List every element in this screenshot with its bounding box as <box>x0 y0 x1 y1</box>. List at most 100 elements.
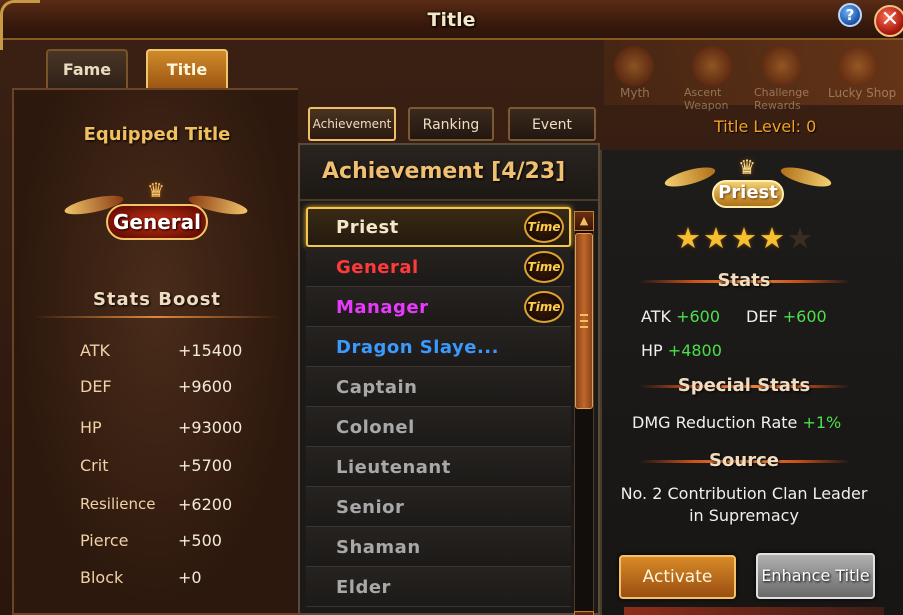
stat-value: +4800 <box>667 341 722 360</box>
stat-value: +600 <box>782 307 827 326</box>
star-filled-icon: ★ <box>675 221 703 255</box>
stats-label: Stats <box>717 270 771 291</box>
tab-achievement[interactable]: Achievement <box>308 107 396 141</box>
bg-label-challenge-rewards: Challenge Rewards <box>754 86 809 112</box>
activate-button[interactable]: Activate <box>619 555 736 599</box>
stat-row: HP +93000 <box>80 418 300 442</box>
list-item-lieutenant[interactable]: Lieutenant <box>306 447 571 487</box>
bg-label-ascent-weapon: Ascent Weapon <box>684 86 729 112</box>
stat-key: Pierce <box>80 531 129 550</box>
stat-value: +500 <box>178 531 222 550</box>
list-item-senior[interactable]: Senior <box>306 487 571 527</box>
title-name: Shaman <box>336 537 421 558</box>
stat-value: +6200 <box>178 495 233 514</box>
list-item-manager[interactable]: Manager Time <box>306 287 571 327</box>
myth-icon <box>614 46 654 86</box>
achievement-count-label: Achievement [4/23] <box>322 159 566 184</box>
stat-row: ATK +15400 <box>80 341 300 365</box>
ascent-weapon-icon <box>692 46 732 86</box>
window-title: Title <box>427 9 476 31</box>
lucky-shop-icon <box>838 46 878 86</box>
list-item-priest[interactable]: Priest Time <box>306 207 571 247</box>
stat-value: +1% <box>802 413 842 432</box>
stat-value: +15400 <box>178 341 243 360</box>
stat-row: Crit +5700 <box>80 456 300 480</box>
title-bar: Title ? ✕ <box>0 0 903 50</box>
stat-key: ATK <box>80 341 110 360</box>
list-header: Achievement [4/23] <box>300 145 598 201</box>
stat-key: DEF <box>746 307 778 326</box>
title-window: Title ? ✕ Myth Ascent Weapon Challenge R… <box>0 0 903 615</box>
achievement-list-panel: Achievement [4/23] Priest Time General T… <box>298 143 600 615</box>
stats-divider <box>34 316 280 318</box>
title-name: Lieutenant <box>336 457 451 478</box>
scroll-up-button[interactable]: ▲ <box>574 211 594 231</box>
stat-value: +0 <box>178 568 202 587</box>
question-icon: ? <box>845 6 855 24</box>
source-line-1: No. 2 Contribution Clan Leader <box>620 484 868 503</box>
stat-row: DEF +9600 <box>80 377 300 401</box>
star-filled-icon: ★ <box>759 221 787 255</box>
crown-icon: ♛ <box>738 155 756 179</box>
bg-label-myth: Myth <box>620 86 650 100</box>
tab-title[interactable]: Title <box>146 49 228 89</box>
tab-ranking[interactable]: Ranking <box>408 107 494 141</box>
crown-icon: ♛ <box>147 178 165 202</box>
def-stat: DEF +600 <box>746 307 827 326</box>
title-name: Manager <box>336 297 429 318</box>
atk-stat: ATK +600 <box>641 307 720 326</box>
stat-value: +93000 <box>178 418 243 437</box>
star-empty-icon: ★ <box>787 221 815 255</box>
list-item-dragon-slayer[interactable]: Dragon Slaye... <box>306 327 571 367</box>
stat-row: Pierce +500 <box>80 531 300 555</box>
stat-key: Block <box>80 568 124 587</box>
stat-key: Resilience <box>80 495 156 513</box>
selected-title-badge: Priest <box>712 180 784 208</box>
grip-line <box>580 326 588 328</box>
arrow-up-icon: ▲ <box>579 214 589 227</box>
equipped-title-label: Equipped Title <box>83 124 231 145</box>
stat-row: Block +0 <box>80 568 300 592</box>
list-item-elder[interactable]: Elder <box>306 567 571 607</box>
star-filled-icon: ★ <box>731 221 759 255</box>
stat-key: HP <box>80 418 102 437</box>
stat-key: DEF <box>80 377 112 396</box>
time-limited-badge: Time <box>524 291 564 323</box>
close-icon: ✕ <box>880 7 900 32</box>
scroll-thumb[interactable] <box>575 233 593 409</box>
challenge-rewards-icon <box>762 46 802 86</box>
hp-stat: HP +4800 <box>641 341 722 360</box>
stat-row: Resilience +6200 <box>80 495 300 519</box>
source-label: Source <box>709 450 779 471</box>
stat-key: Crit <box>80 456 109 475</box>
grip-line <box>580 320 588 322</box>
title-name: General <box>336 257 419 278</box>
list-item-shaman[interactable]: Shaman <box>306 527 571 567</box>
title-name: Senior <box>336 497 405 518</box>
stat-key: DMG Reduction Rate <box>632 413 798 432</box>
expiry-text-peek <box>624 607 884 615</box>
stat-value: +5700 <box>178 456 233 475</box>
title-name: Priest <box>336 217 399 238</box>
tab-event[interactable]: Event <box>508 107 596 141</box>
star-rating: ★★★★★ <box>675 221 815 255</box>
time-limited-badge: Time <box>524 211 564 243</box>
title-name: Elder <box>336 577 391 598</box>
star-filled-icon: ★ <box>703 221 731 255</box>
list-item-general[interactable]: General Time <box>306 247 571 287</box>
title-name: Colonel <box>336 417 415 438</box>
title-name: Dragon Slaye... <box>336 337 499 358</box>
equipped-title-badge: General <box>106 204 208 240</box>
special-stats-label: Special Stats <box>677 375 811 396</box>
grip-line <box>580 314 588 316</box>
help-button[interactable]: ? <box>838 3 862 27</box>
scroll-down-button[interactable] <box>574 611 594 615</box>
stat-value: +600 <box>676 307 721 326</box>
special-stat: DMG Reduction Rate +1% <box>632 413 841 432</box>
enhance-title-button[interactable]: Enhance Title <box>756 553 875 599</box>
list-item-colonel[interactable]: Colonel <box>306 407 571 447</box>
tab-fame[interactable]: Fame <box>46 49 128 89</box>
close-button[interactable]: ✕ <box>874 5 903 37</box>
title-name: Captain <box>336 377 418 398</box>
list-item-captain[interactable]: Captain <box>306 367 571 407</box>
